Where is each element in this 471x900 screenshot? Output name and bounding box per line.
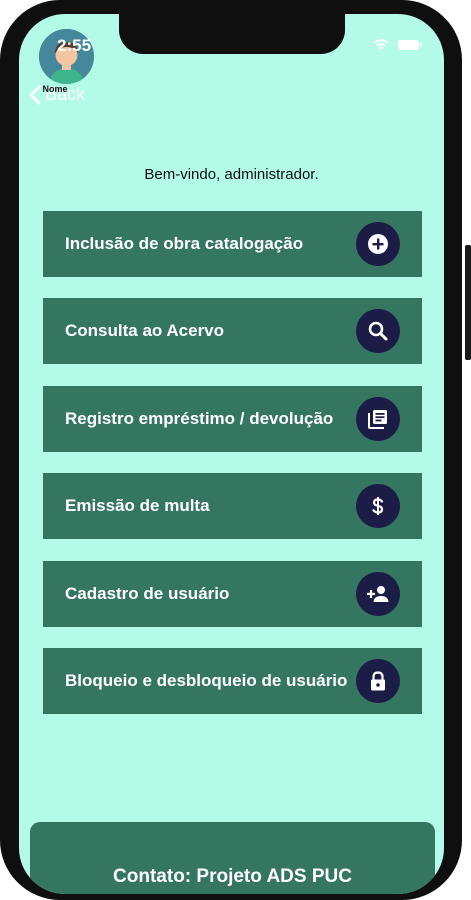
menu-item-label: Cadastro de usuário (65, 584, 230, 603)
footer-text: Contato: Projeto ADS PUC (113, 866, 352, 887)
dollar-icon (356, 484, 400, 528)
menu-item-label: Bloqueio e desbloqueio de usuário (65, 671, 348, 690)
menu-item-consulta-acervo[interactable]: Consulta ao Acervo (43, 298, 422, 364)
menu-item-label: Inclusão de obra catalogação (65, 234, 304, 253)
wifi-icon (373, 39, 389, 50)
footer-contact: Contato: Projeto ADS PUC (30, 822, 435, 894)
menu-item-bloqueio-usuario[interactable]: Bloqueio e desbloqueio de usuário (43, 648, 422, 714)
status-time: 2:55 (57, 36, 92, 55)
library-books-icon (356, 397, 400, 441)
menu-item-label: Consulta ao Acervo (65, 321, 225, 340)
menu-item-label: Emissão de multa (65, 496, 210, 515)
menu-item-emissao-multa[interactable]: Emissão de multa (43, 473, 422, 539)
welcome-text: Bem-vindo, administrador. (144, 166, 319, 183)
lock-icon (356, 659, 400, 703)
app-screen: 2:55 Back Nome Bem-vindo, administrador.… (19, 14, 444, 894)
status-icons (372, 38, 422, 51)
phone-side-button (465, 245, 471, 360)
battery-icon (398, 39, 422, 50)
menu-item-cadastro-usuario[interactable]: Cadastro de usuário (43, 561, 422, 627)
search-icon (356, 309, 400, 353)
menu-item-label: Registro empréstimo / devolução (65, 409, 334, 428)
add-circle-icon (356, 222, 400, 266)
avatar-name: Nome (42, 84, 68, 94)
person-add-icon (356, 572, 400, 616)
menu-item-registro-emprestimo[interactable]: Registro empréstimo / devolução (43, 386, 422, 452)
menu-item-inclusao-obra[interactable]: Inclusão de obra catalogação (43, 211, 422, 277)
phone-notch (119, 14, 345, 54)
